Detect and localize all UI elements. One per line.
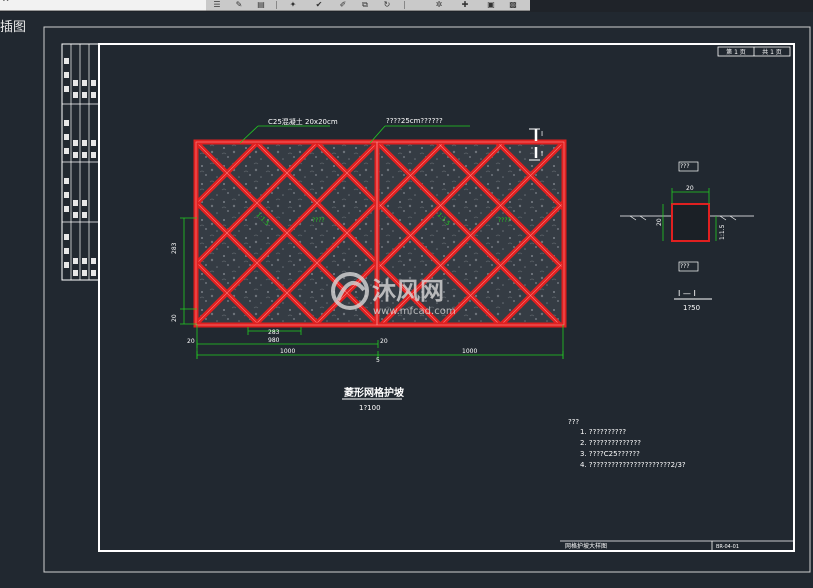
dim-1000-left: 1000 [280, 348, 295, 355]
note-item-1: 1. ?????????? [580, 428, 626, 436]
drawing-canvas[interactable]: 第 1 页 共 1 页 网格护坡大样图 BR-04-01 C25混凝土 20x2… [0, 0, 813, 588]
page-label-left: 第 1 页 [726, 48, 746, 56]
section-dim-right: 1:1.5 [719, 224, 726, 240]
planting-label: ????25cm?????? [386, 117, 443, 125]
dim-283: 283 [268, 329, 280, 336]
dim-980: 980 [268, 337, 280, 344]
leader-planting: ????25cm?????? [369, 117, 470, 144]
note-item-2: 2. ?????????????? [580, 439, 641, 447]
note-item-3: 3. ????C25?????? [580, 450, 640, 458]
notes-heading: ??? [568, 418, 579, 426]
dim-left-bottom: 20 [171, 314, 178, 322]
dim-20-left: 20 [187, 338, 195, 345]
title-bar-left: 网格护坡大样图 [565, 542, 607, 550]
dim-left-height: 283 [171, 242, 178, 254]
page-label-right: 共 1 页 [762, 48, 782, 56]
section-concrete-block [671, 203, 710, 242]
section-bottom-label: ??? [680, 263, 690, 270]
grass-label-right: ???? [498, 217, 511, 224]
watermark-cn-text: 沐风网 [372, 277, 444, 305]
main-drawing-scale: 1?100 [359, 404, 381, 412]
left-title-strip [61, 43, 100, 281]
section-scale: 1?50 [683, 304, 700, 312]
main-drawing-title: 菱形网格护坡 [344, 386, 405, 399]
section-top-label: ??? [680, 163, 690, 170]
section-dim-left: 20 [656, 218, 663, 226]
grass-label-left: ???? [312, 217, 325, 224]
dim-center: 5 [376, 357, 380, 364]
section-dim-top: 20 [686, 185, 694, 192]
drawing-number: BR-04-01 [716, 544, 739, 550]
dim-1000-right: 1000 [462, 348, 477, 355]
section-title: I — I [678, 289, 696, 298]
concrete-label: C25混凝土 20x20cm [268, 117, 338, 126]
dim-20-mid: 20 [380, 338, 388, 345]
section-marker-top: I [541, 130, 543, 138]
bottom-title-bar: 网格护坡大样图 BR-04-01 [560, 540, 794, 551]
section-marker-bottom: I [541, 150, 543, 158]
watermark-url-text: www.mfcad.com [373, 306, 456, 317]
leader-concrete: C25混凝土 20x20cm [239, 117, 338, 144]
page-number-box: 第 1 页 共 1 页 [717, 46, 791, 57]
note-item-4: 4. ??????????????????????2/3? [580, 461, 686, 469]
section-view[interactable]: ??? 20 20 1:1.5 ??? I — I 1?50 [620, 161, 754, 312]
notes-block: ??? 1. ?????????? 2. ?????????????? 3. ?… [568, 418, 686, 469]
